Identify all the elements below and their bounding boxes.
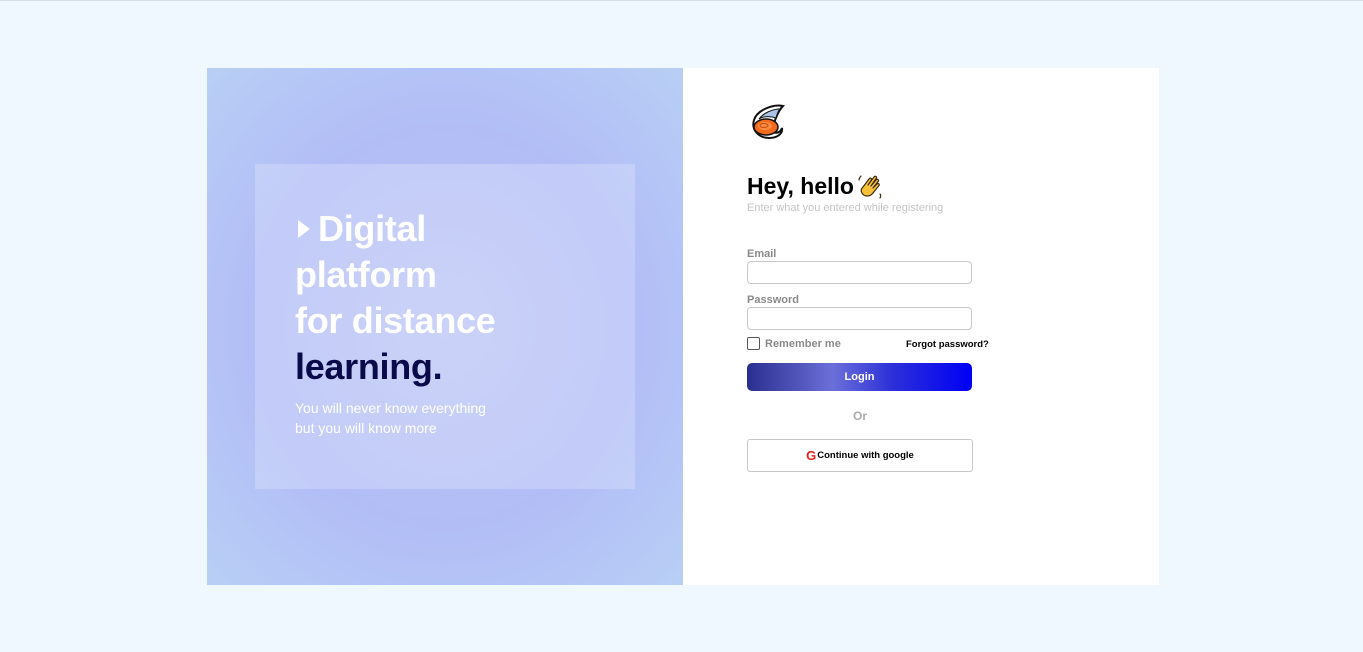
remember-me-label[interactable]: Remember me	[765, 338, 841, 350]
greeting-text: Hey, hello	[747, 172, 854, 199]
headline-line-2: platform	[295, 254, 437, 295]
greeting-heading: Hey, hello	[747, 172, 884, 200]
google-button-label: Continue with google	[817, 450, 914, 461]
hero-glass-box: Digital platform for distance learning. …	[255, 164, 635, 489]
top-divider	[0, 0, 1363, 1]
play-arrow-icon	[298, 220, 310, 238]
headline-line-3: for distance	[295, 300, 496, 341]
waving-hand-icon	[858, 175, 882, 199]
login-card: Digital platform for distance learning. …	[207, 68, 1159, 585]
headline-line-4: learning.	[295, 346, 443, 387]
password-field[interactable]	[747, 307, 972, 330]
password-label: Password	[747, 294, 799, 306]
hero-panel: Digital platform for distance learning. …	[207, 68, 683, 585]
remember-me-checkbox[interactable]	[747, 337, 760, 350]
email-label: Email	[747, 248, 777, 260]
brand-logo-icon	[752, 104, 786, 140]
greeting-subtitle: Enter what you entered while registering	[747, 202, 944, 214]
continue-with-google-button[interactable]: G Continue with google	[747, 439, 973, 472]
login-button[interactable]: Login	[747, 363, 972, 391]
login-panel: Hey, hello Enter what you entered while …	[683, 68, 1159, 585]
tagline-line-2: but you will know more	[295, 420, 437, 436]
hero-headline: Digital platform for distance learning.	[295, 206, 496, 390]
tagline-line-1: You will never know everything	[295, 400, 486, 416]
hero-tagline: You will never know everything but you w…	[295, 398, 555, 438]
forgot-password-link[interactable]: Forgot password?	[906, 339, 989, 350]
remember-me-row: Remember me	[747, 337, 841, 350]
google-g-icon: G	[806, 448, 817, 463]
email-field[interactable]	[747, 261, 972, 284]
or-divider-text: Or	[853, 409, 868, 423]
headline-line-1: Digital	[318, 208, 426, 249]
